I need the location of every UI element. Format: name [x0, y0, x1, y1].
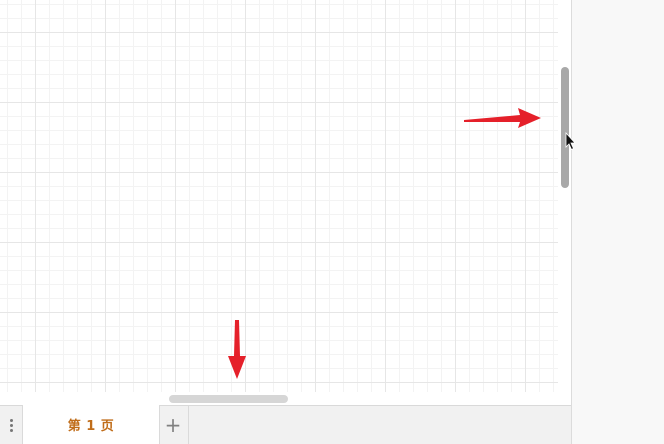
right-side-panel — [571, 0, 664, 444]
tab-page-1-label: 第 1 页 — [67, 419, 115, 434]
add-page-button[interactable]: + — [158, 406, 189, 444]
diagram-canvas[interactable] — [0, 0, 558, 392]
page-tabs-bar: 第 1 页 + — [0, 405, 571, 444]
more-vertical-icon — [9, 418, 13, 432]
plus-icon: + — [164, 413, 182, 437]
page-menu-button[interactable] — [0, 406, 22, 444]
tab-page-1[interactable]: 第 1 页 — [22, 405, 160, 444]
horizontal-scrollbar-thumb[interactable] — [169, 395, 288, 403]
vertical-scrollbar-thumb[interactable] — [561, 67, 569, 188]
vertical-scrollbar-track[interactable] — [558, 0, 571, 405]
